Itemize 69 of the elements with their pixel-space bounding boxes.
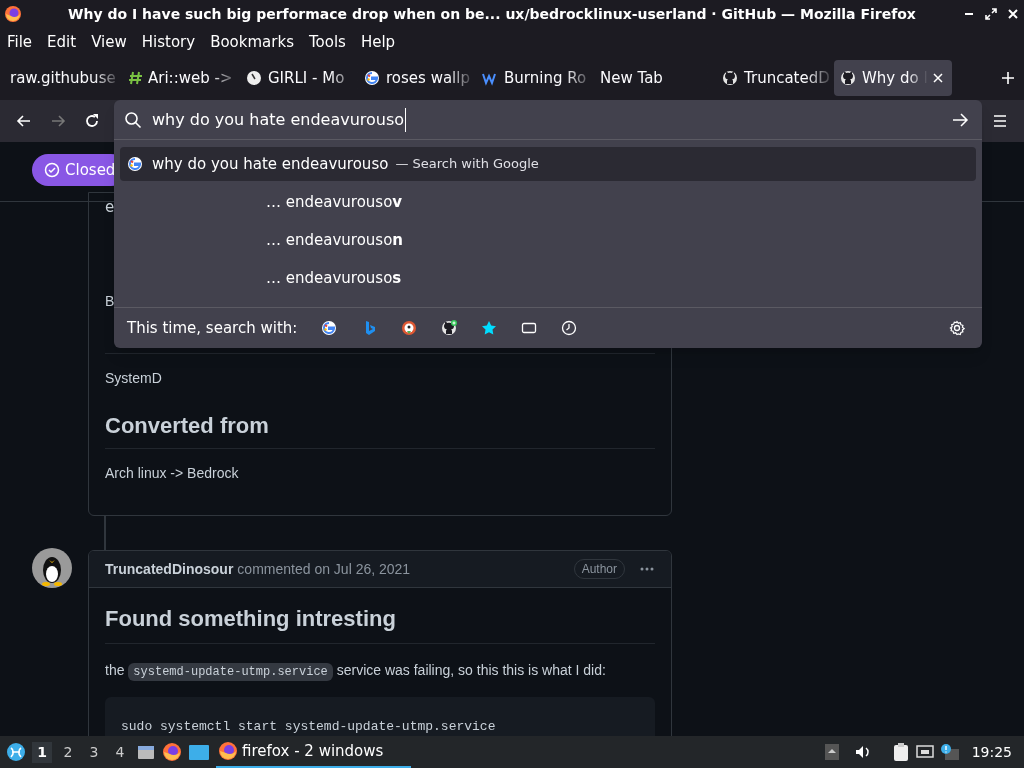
status-label: Closed xyxy=(65,159,116,181)
window-title: Why do I have such big performace drop when on be... ux/bedrocklinux-userland · GitHub — Mozilla Firefox xyxy=(67,4,917,24)
section-heading: Converted from xyxy=(105,409,655,449)
go-arrow-icon[interactable] xyxy=(951,110,969,129)
menu-item[interactable]: View xyxy=(91,30,127,54)
suggestion-row[interactable]: … endeavurouson xyxy=(120,223,976,257)
browser-tab[interactable]: raw.githubuse xyxy=(4,60,122,96)
window-icon[interactable] xyxy=(188,742,210,762)
hash-icon xyxy=(128,70,144,86)
workspace-button[interactable]: 2 xyxy=(58,741,78,763)
suggestion-row[interactable]: … endeavurousov xyxy=(120,185,976,219)
workspace-button[interactable]: 1 xyxy=(32,741,52,763)
github-add-icon[interactable] xyxy=(441,320,458,336)
browser-tab[interactable]: roses wallp xyxy=(358,60,476,96)
comment-text: e xyxy=(105,197,115,218)
firefox-icon xyxy=(218,741,238,761)
star-icon[interactable] xyxy=(481,320,498,336)
menu-icon[interactable] xyxy=(992,113,1008,129)
browser-tab[interactable]: New Tab xyxy=(594,60,712,96)
circle-icon xyxy=(246,70,262,86)
github-icon xyxy=(722,70,738,86)
reload-icon[interactable] xyxy=(84,113,100,129)
comment-heading: Found something intresting xyxy=(105,602,655,644)
google-icon xyxy=(364,70,380,86)
notification-icon[interactable] xyxy=(939,743,960,761)
browser-tab[interactable]: Ari::web -> xyxy=(122,60,240,96)
menu-item[interactable]: Bookmarks xyxy=(210,30,294,54)
maximize-icon[interactable] xyxy=(984,7,998,21)
comment-text: the systemd-update-utmp.service service was failing, so this this is what I did: xyxy=(105,661,607,681)
browser-tab[interactable]: TruncatedD xyxy=(716,60,834,96)
check-circle-icon xyxy=(44,162,60,178)
clipboard-icon[interactable] xyxy=(891,742,910,762)
taskbar-task[interactable]: firefox - 2 windows xyxy=(216,736,411,768)
menu-item[interactable]: File xyxy=(7,30,33,54)
history-icon[interactable] xyxy=(561,320,578,336)
browser-tab[interactable]: GIRLI - Mo xyxy=(240,60,358,96)
google-icon[interactable] xyxy=(321,320,338,336)
search-icon xyxy=(124,110,142,129)
menu-item[interactable]: Help xyxy=(360,30,396,54)
search-with-label: This time, search with: xyxy=(127,317,298,339)
section-text: B xyxy=(105,292,115,311)
settings-icon[interactable] xyxy=(949,320,965,336)
menu-item[interactable]: Tools xyxy=(308,30,346,54)
workspace-button[interactable]: 4 xyxy=(110,741,130,763)
google-icon xyxy=(127,156,143,172)
code-text: sudo systemctl start systemd-update-utmp.service xyxy=(121,719,496,734)
suggestion-row[interactable]: … endeavurousos xyxy=(120,261,976,295)
suggestion-row[interactable]: why do you hate endeavurouso — Search with Google xyxy=(120,147,976,181)
comment-meta: commented on Jul 26, 2021 xyxy=(237,559,411,579)
new-tab-icon[interactable] xyxy=(1000,70,1016,86)
author-link[interactable]: TruncatedDinosour xyxy=(105,558,234,580)
clock: 19:25 xyxy=(971,742,1012,762)
network-icon[interactable] xyxy=(915,743,934,761)
firefox-icon[interactable] xyxy=(162,742,182,762)
start-menu-icon[interactable] xyxy=(6,742,26,762)
menu-item[interactable]: Edit xyxy=(47,30,77,54)
duck-icon[interactable] xyxy=(401,320,418,336)
browser-tab[interactable]: Burning Ro xyxy=(476,60,594,96)
section-text: SystemD xyxy=(105,369,163,388)
menu-item[interactable]: History xyxy=(141,30,196,54)
tab-icon[interactable] xyxy=(521,320,538,336)
close-icon[interactable] xyxy=(1006,7,1020,21)
forward-icon[interactable] xyxy=(50,113,66,129)
section-text: Arch linux -> Bedrock xyxy=(105,464,240,483)
workspace-button[interactable]: 3 xyxy=(84,741,104,763)
avatar-penguin-icon xyxy=(32,548,72,588)
address-field[interactable]: why do you hate endeavurouso xyxy=(114,100,982,140)
firefox-icon xyxy=(4,5,22,23)
back-icon[interactable] xyxy=(16,113,32,129)
